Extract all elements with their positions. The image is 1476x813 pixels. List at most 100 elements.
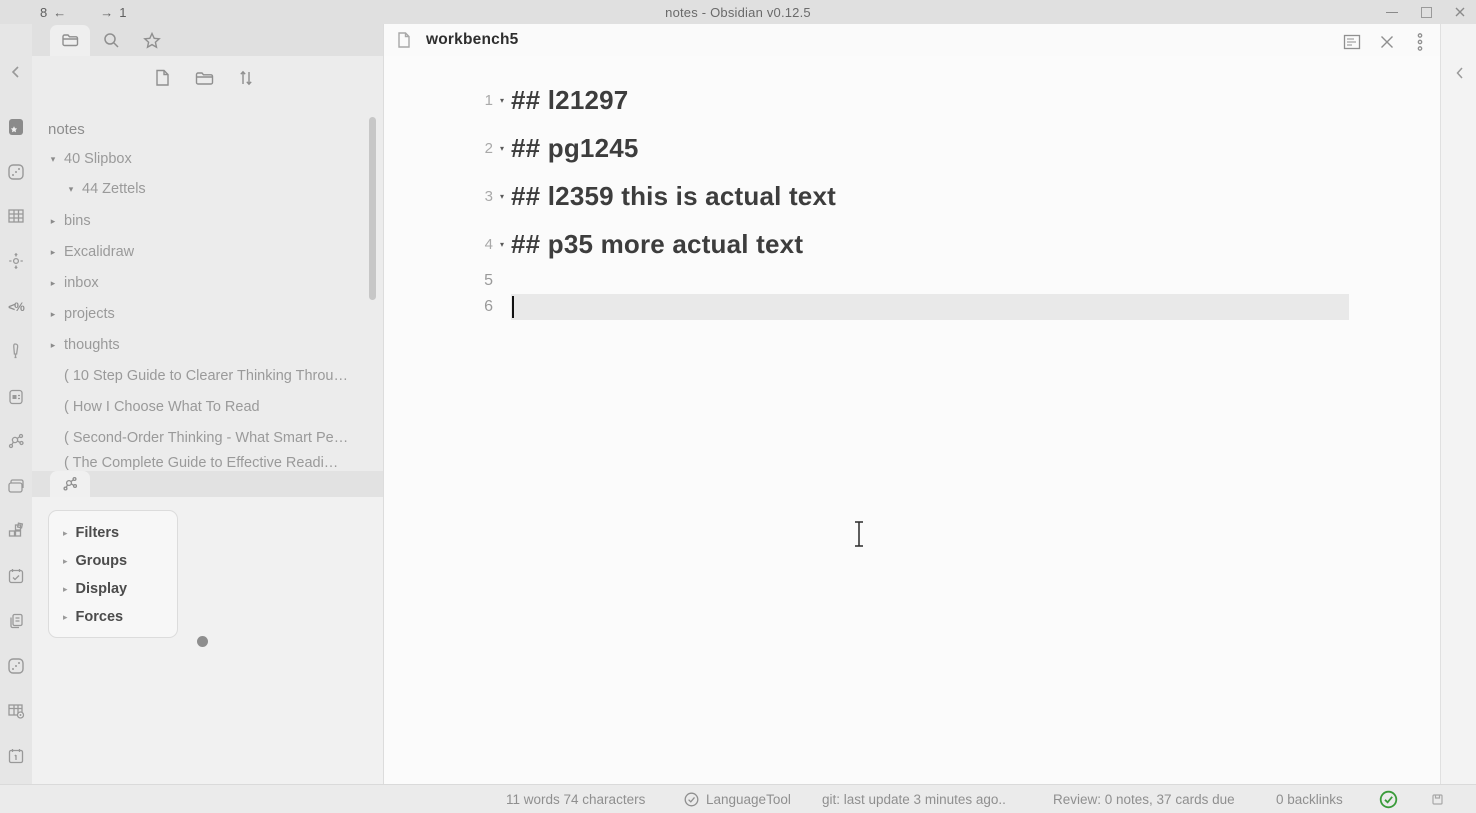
languagetool-label: LanguageTool [706, 792, 791, 807]
dice-icon[interactable] [4, 654, 28, 678]
line-number: 2 [485, 140, 493, 157]
fold-caret-icon[interactable]: ▾ [493, 192, 511, 201]
gutter: 1 ▾ [384, 92, 511, 109]
search-icon [102, 31, 121, 50]
graph-expand-icon[interactable] [4, 249, 28, 273]
tree-folder-44-zettels[interactable]: ▾ 44 Zettels [32, 175, 372, 203]
copy-documents-icon[interactable] [4, 609, 28, 633]
active-line-text[interactable] [511, 294, 1349, 320]
collapse-caret-icon[interactable]: ▸ [46, 309, 60, 320]
graph-section-filters[interactable]: ▸ Filters [63, 519, 173, 547]
languagetool-status[interactable]: LanguageTool [684, 785, 791, 813]
gutter: 5 [384, 272, 511, 290]
graph-section-groups[interactable]: ▸ Groups [63, 547, 173, 575]
minimize-icon[interactable] [1386, 6, 1398, 18]
close-window-icon[interactable] [1454, 6, 1466, 18]
line-text[interactable]: ## l2359 this is actual text [511, 181, 1349, 212]
graph-section-forces[interactable]: ▸ Forces [63, 603, 173, 631]
text-cursor [512, 296, 514, 318]
tree-folder-thoughts[interactable]: ▸ thoughts [32, 331, 372, 359]
random-note-dice-icon[interactable] [4, 160, 28, 184]
git-status[interactable]: git: last update 3 minutes ago.. [822, 785, 1006, 813]
graph-node[interactable] [197, 636, 208, 647]
window-title: notes - Obsidian v0.12.5 [0, 0, 1476, 24]
tree-label: ( Second-Order Thinking - What Smart Pe… [64, 430, 348, 446]
backlinks-count[interactable]: 0 backlinks [1276, 785, 1343, 813]
daily-note-icon[interactable] [4, 744, 28, 768]
tab-local-graph[interactable] [50, 471, 90, 497]
editor-body[interactable]: 1 ▾ ## l21297 2 ▾ ## pg1245 3 ▾ ## l2359… [384, 56, 1440, 784]
templater-icon[interactable]: <% [4, 295, 28, 319]
reading-mode-icon[interactable] [1341, 31, 1363, 53]
fold-caret-icon[interactable]: ▾ [493, 96, 511, 105]
tab-starred[interactable] [132, 25, 172, 56]
starred-card-icon[interactable] [4, 115, 28, 139]
tree-label: 40 Slipbox [64, 151, 132, 167]
tree-file[interactable]: ( Second-Order Thinking - What Smart Pe… [32, 424, 352, 452]
line-text[interactable] [511, 268, 1349, 294]
card-stack-icon[interactable] [4, 474, 28, 498]
graph-icon [61, 475, 79, 493]
line-number: 3 [485, 188, 493, 205]
new-folder-icon[interactable] [191, 65, 217, 91]
graph-icon[interactable] [4, 429, 28, 453]
left-ribbon: <% [0, 24, 32, 784]
expand-right-sidebar-icon[interactable] [1449, 62, 1471, 84]
maximize-icon[interactable] [1420, 6, 1432, 18]
review-calendar-icon[interactable] [4, 564, 28, 588]
vault-name[interactable]: notes [48, 115, 85, 143]
right-sidebar-collapsed [1440, 24, 1476, 784]
tree-label: 44 Zettels [82, 181, 146, 197]
gutter: 6 [384, 298, 511, 316]
line-text[interactable]: ## pg1245 [511, 133, 1349, 164]
collapse-caret-icon: ▸ [63, 584, 68, 595]
collapse-caret-icon: ▸ [63, 612, 68, 623]
sort-order-icon[interactable] [233, 65, 259, 91]
graph-section-label: Filters [76, 525, 120, 541]
line-text[interactable]: ## p35 more actual text [511, 229, 1349, 260]
editor-line-3: 3 ▾ ## l2359 this is actual text [384, 172, 1440, 220]
explorer-scrollbar[interactable] [369, 117, 376, 300]
tree-file[interactable]: ( How I Choose What To Read [32, 393, 352, 421]
sync-check-icon[interactable] [1379, 785, 1398, 813]
collapse-caret-icon[interactable]: ▸ [46, 247, 60, 258]
note-file-icon [396, 31, 412, 54]
collapse-caret-icon[interactable]: ▾ [46, 154, 60, 165]
gutter: 4 ▾ [384, 236, 511, 253]
collapse-caret-icon[interactable]: ▾ [64, 184, 78, 195]
tree-file[interactable]: ( 10 Step Guide to Clearer Thinking Thro… [32, 362, 352, 390]
pen-icon[interactable] [4, 339, 28, 363]
blocks-icon[interactable] [4, 519, 28, 543]
sidebar-tabstrip [32, 24, 383, 56]
collapse-caret-icon[interactable]: ▸ [46, 278, 60, 289]
tree-folder-excalidraw[interactable]: ▸ Excalidraw [32, 238, 372, 266]
tree-folder-bins[interactable]: ▸ bins [32, 207, 372, 235]
graph-controls-card: ▸ Filters ▸ Groups ▸ Display ▸ Forces [48, 510, 178, 638]
tree-folder-projects[interactable]: ▸ projects [32, 300, 372, 328]
tab-file-explorer[interactable] [50, 25, 90, 56]
tree-folder-40-slipbox[interactable]: ▾ 40 Slipbox [32, 145, 372, 173]
tree-folder-inbox[interactable]: ▸ inbox [32, 269, 372, 297]
more-options-icon[interactable] [1409, 31, 1431, 53]
tree-file[interactable]: ( The Complete Guide to Effective Readi… [32, 455, 352, 471]
tab-search[interactable] [91, 25, 131, 56]
database-table-icon[interactable] [4, 699, 28, 723]
collapse-left-sidebar-icon[interactable] [4, 60, 28, 84]
collapse-caret-icon[interactable]: ▸ [46, 340, 60, 351]
line-number: 4 [485, 236, 493, 253]
fold-caret-icon[interactable]: ▾ [493, 144, 511, 153]
collapse-caret-icon[interactable]: ▸ [46, 216, 60, 227]
graph-section-display[interactable]: ▸ Display [63, 575, 173, 603]
new-note-icon[interactable] [149, 65, 175, 91]
save-status-icon[interactable] [1432, 785, 1443, 813]
table-icon[interactable] [4, 204, 28, 228]
line-text[interactable]: ## l21297 [511, 85, 1349, 116]
graph-controls-pane: ▸ Filters ▸ Groups ▸ Display ▸ Forces [32, 497, 383, 784]
slides-icon[interactable] [4, 385, 28, 409]
fold-caret-icon[interactable]: ▾ [493, 240, 511, 249]
note-title[interactable]: workbench5 [426, 24, 518, 56]
close-pane-icon[interactable] [1376, 31, 1398, 53]
tree-label: thoughts [64, 337, 120, 353]
gutter: 2 ▾ [384, 140, 511, 157]
review-status[interactable]: Review: 0 notes, 37 cards due [1053, 785, 1235, 813]
